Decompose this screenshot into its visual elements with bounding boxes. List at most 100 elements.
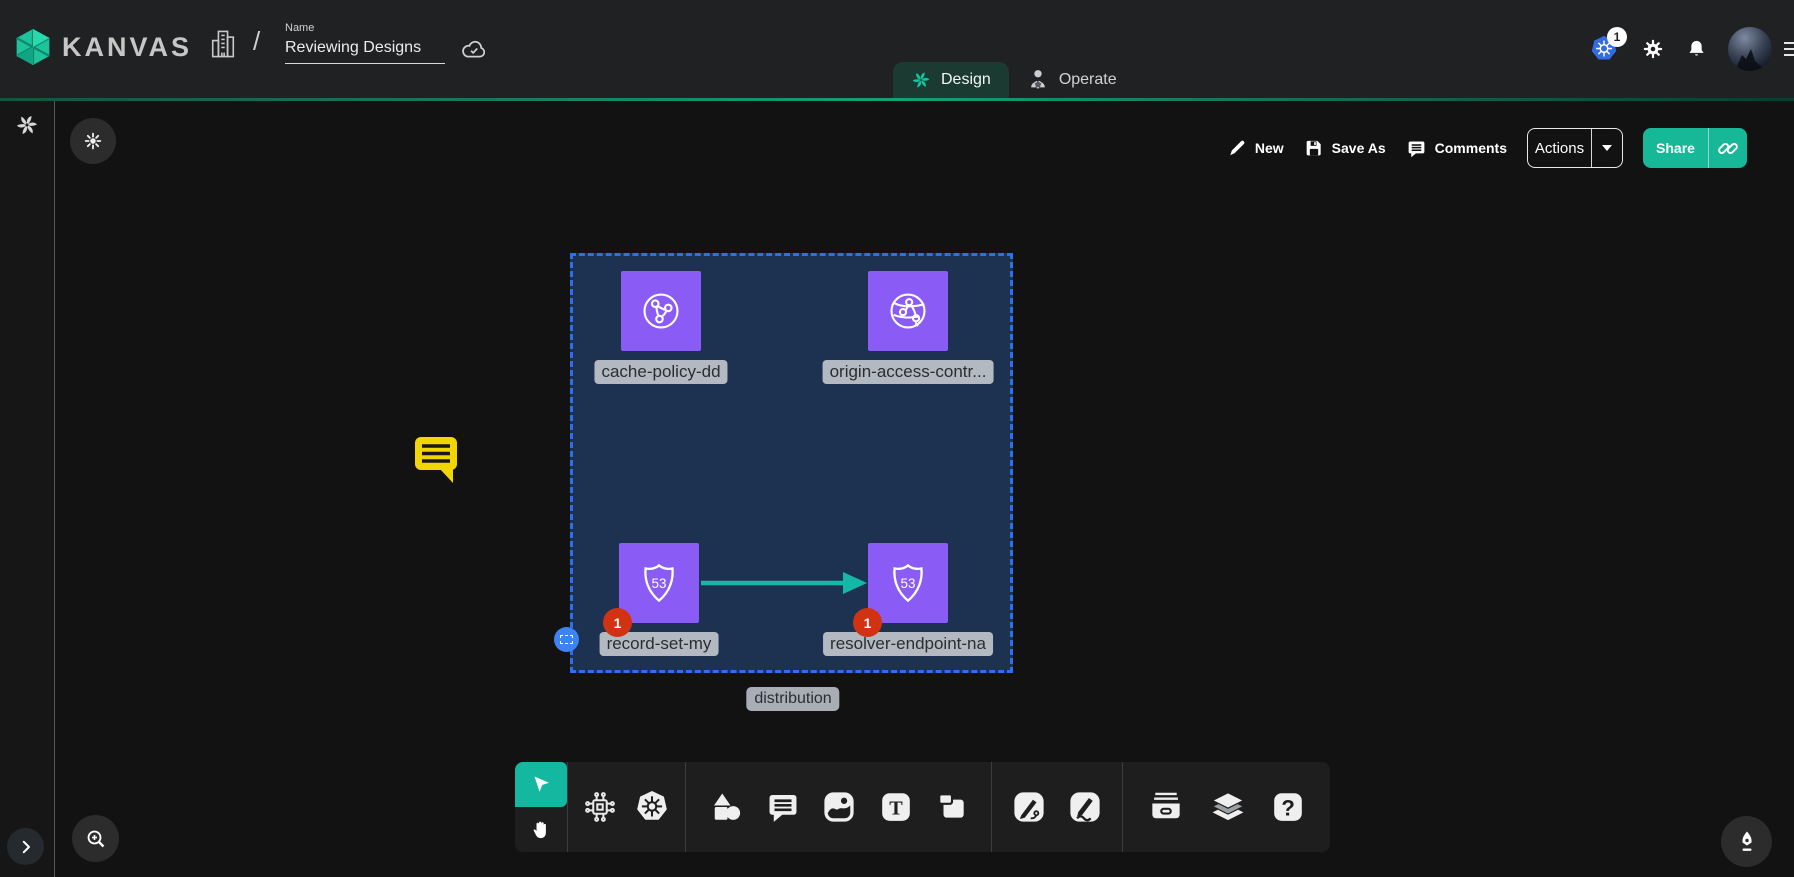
- kubernetes-badge: 1: [1607, 27, 1627, 47]
- person-icon: [1027, 68, 1049, 92]
- brand-logo[interactable]: KANVAS: [13, 29, 192, 65]
- group-selection-handle[interactable]: [554, 627, 579, 652]
- design-name-field: Name: [285, 22, 445, 64]
- dock-select-column: [515, 762, 567, 852]
- dock-section-content: T: [686, 762, 991, 852]
- share-button[interactable]: Share: [1643, 128, 1747, 168]
- tool-flowchart[interactable]: [582, 789, 618, 825]
- node-cache-policy[interactable]: [621, 271, 701, 351]
- svg-text:53: 53: [901, 576, 916, 591]
- node-resolver-endpoint[interactable]: 53: [868, 543, 948, 623]
- tool-image[interactable]: [821, 789, 857, 825]
- kanvas-logo-icon: [13, 29, 53, 65]
- bell-icon: [1685, 37, 1708, 61]
- actions-button-label: Actions: [1528, 129, 1591, 167]
- tab-operate-label: Operate: [1059, 71, 1117, 89]
- frame-icon: [935, 790, 969, 824]
- kubernetes-wheel-icon: [633, 788, 671, 826]
- pen-nib-button[interactable]: [1721, 816, 1772, 867]
- pencil-icon: [1227, 138, 1247, 158]
- tool-layers[interactable]: [1209, 789, 1247, 825]
- pen-tool-icon: [1011, 789, 1047, 825]
- save-as-button[interactable]: Save As: [1304, 138, 1386, 158]
- layers-icon: [1209, 789, 1247, 825]
- dashed-rect-icon: [560, 635, 573, 644]
- actions-dropdown[interactable]: [1592, 129, 1622, 167]
- link-icon: [1717, 137, 1739, 159]
- tab-design-label: Design: [941, 71, 991, 89]
- notifications-button[interactable]: [1685, 37, 1708, 61]
- save-as-button-label: Save As: [1332, 140, 1386, 156]
- canvas-settings-button[interactable]: [70, 118, 116, 164]
- tab-design[interactable]: Design: [893, 62, 1009, 98]
- node-label: cache-policy-dd: [594, 360, 727, 384]
- canvas-toolbar: New Save As Comment: [1227, 128, 1747, 168]
- tool-shapes[interactable]: [708, 789, 744, 825]
- tool-pencil[interactable]: [1067, 789, 1103, 825]
- building-icon[interactable]: [208, 28, 238, 60]
- design-canvas[interactable]: New Save As Comment: [56, 101, 1794, 877]
- tool-frame[interactable]: [935, 790, 969, 824]
- cloud-check-icon: [460, 36, 488, 62]
- archive-drawer-icon: [1147, 790, 1185, 824]
- chevron-right-icon: [17, 838, 35, 856]
- question-icon: ?: [1271, 790, 1305, 824]
- gear-flower-icon: [82, 130, 104, 152]
- tool-dock: T: [515, 762, 1330, 852]
- tab-operate[interactable]: Operate: [1009, 62, 1135, 98]
- floppy-icon: [1304, 138, 1324, 158]
- gear-icon: [1641, 37, 1665, 61]
- node-badge: 1: [603, 608, 632, 637]
- breadcrumb-separator: /: [253, 26, 260, 57]
- dock-section-draw: [992, 762, 1122, 852]
- zoom-in-button[interactable]: [72, 815, 119, 862]
- new-button-label: New: [1255, 140, 1284, 156]
- actions-button[interactable]: Actions: [1527, 128, 1623, 168]
- dock-section-infra: [568, 762, 685, 852]
- pencil-scribble-icon: [1067, 789, 1103, 825]
- selected-group-distribution[interactable]: 53 53 1 1 cache-policy-dd origin-access-…: [570, 253, 1013, 673]
- tool-select-pointer[interactable]: [515, 762, 567, 807]
- tool-pan-hand[interactable]: [515, 807, 567, 852]
- left-sidebar: [0, 101, 55, 877]
- svg-text:T: T: [890, 797, 904, 819]
- node-origin-access-control[interactable]: [868, 271, 948, 351]
- copy-link-button[interactable]: [1709, 128, 1747, 168]
- new-button[interactable]: New: [1227, 138, 1284, 158]
- tool-archive[interactable]: [1147, 790, 1185, 824]
- connection-arrow[interactable]: [699, 566, 871, 600]
- comments-button-label: Comments: [1435, 140, 1507, 156]
- cloudfront-globe-icon: [638, 288, 684, 334]
- node-label: origin-access-contr...: [823, 360, 994, 384]
- accent-divider: [0, 98, 1794, 101]
- settings-button[interactable]: [1641, 37, 1665, 61]
- tool-kubernetes[interactable]: [633, 788, 671, 826]
- zoom-in-icon: [84, 827, 108, 851]
- spiral-icon[interactable]: [15, 113, 39, 137]
- design-name-input[interactable]: [285, 37, 445, 64]
- avatar[interactable]: [1728, 27, 1772, 71]
- kubernetes-status-button[interactable]: 1: [1589, 34, 1619, 64]
- comments-button[interactable]: Comments: [1406, 138, 1507, 159]
- tool-help[interactable]: ?: [1271, 790, 1305, 824]
- route53-shield-icon: 53: [885, 560, 931, 606]
- tool-comment[interactable]: [766, 790, 800, 824]
- text-icon: T: [879, 790, 913, 824]
- image-icon: [821, 789, 857, 825]
- pen-nib-icon: [1735, 829, 1759, 855]
- group-caption: distribution: [746, 687, 839, 711]
- topbar: KANVAS / Name: [0, 0, 1794, 98]
- route53-shield-icon: 53: [636, 560, 682, 606]
- hand-icon: [529, 818, 553, 842]
- tool-pen[interactable]: [1011, 789, 1047, 825]
- node-badge: 1: [853, 608, 882, 637]
- cloudfront-globe-icon: [885, 288, 931, 334]
- hamburger-menu-icon[interactable]: [1784, 42, 1794, 56]
- mode-tabs: Design Operate: [893, 62, 1135, 98]
- node-record-set[interactable]: 53: [619, 543, 699, 623]
- circuit-icon: [582, 789, 618, 825]
- expand-sidebar-button[interactable]: [7, 828, 44, 865]
- tool-text[interactable]: T: [879, 790, 913, 824]
- comment-marker[interactable]: [413, 435, 459, 485]
- comment-icon: [766, 790, 800, 824]
